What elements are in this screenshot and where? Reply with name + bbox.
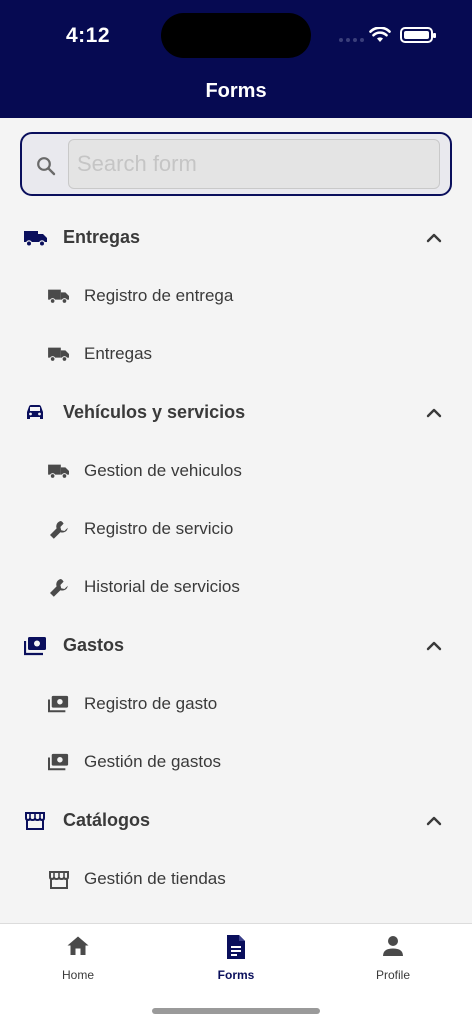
- search-icon: [37, 157, 56, 176]
- list-item-label: Registro de gasto: [84, 694, 218, 713]
- money-icon: [24, 637, 46, 656]
- section-gastos[interactable]: Gastos: [0, 622, 472, 670]
- tab-label: Profile: [375, 968, 410, 982]
- signal-dots-icon: [339, 38, 364, 42]
- document-icon: [227, 935, 245, 959]
- status-time: 4:12: [66, 24, 111, 47]
- tab-home[interactable]: Home: [18, 924, 138, 994]
- chevron-up-icon[interactable]: [424, 231, 444, 245]
- store-icon: [25, 812, 45, 830]
- list-item[interactable]: Registro de servicio: [0, 504, 472, 554]
- truck-icon: [48, 347, 69, 362]
- list-item-label: Registro de servicio: [84, 519, 234, 538]
- list-item[interactable]: Gestion de vehiculos: [0, 446, 472, 496]
- section-entregas[interactable]: Entregas: [0, 214, 472, 262]
- battery-icon: [400, 27, 436, 43]
- tab-label: Home: [61, 968, 94, 982]
- wrench-icon: [50, 579, 68, 597]
- home-icon: [67, 936, 89, 955]
- list-item-label: Historial de servicios: [84, 577, 240, 596]
- section-label: Catálogos: [63, 810, 151, 830]
- list-item-label: Gestión de gastos: [84, 752, 222, 771]
- search-input[interactable]: [68, 139, 440, 189]
- store-icon: [49, 871, 69, 889]
- money-icon: [48, 695, 69, 713]
- truck-icon: [48, 289, 69, 304]
- list-item-label: Registro de entrega: [84, 286, 234, 305]
- section-label: Gastos: [63, 635, 125, 655]
- list-item[interactable]: Entregas: [0, 329, 472, 379]
- person-icon: [383, 936, 403, 956]
- list-item-label: Gestion de vehiculos: [84, 461, 242, 480]
- chevron-up-icon[interactable]: [424, 639, 444, 653]
- search-bar: [20, 132, 452, 196]
- list-item[interactable]: Gestión de tiendas: [0, 854, 472, 904]
- dynamic-island: [161, 13, 311, 58]
- tab-bar: Home Forms Profile: [0, 923, 472, 1023]
- list-item[interactable]: Gestión de gastos: [0, 737, 472, 787]
- list-item-label: Entregas: [84, 344, 153, 363]
- page-title: Forms: [205, 80, 267, 102]
- list-item[interactable]: Registro de gasto: [0, 679, 472, 729]
- wifi-icon: [369, 27, 391, 42]
- truck-icon: [48, 464, 69, 479]
- tab-forms[interactable]: Forms: [176, 924, 296, 994]
- wrench-icon: [50, 521, 68, 539]
- money-icon: [48, 753, 69, 771]
- tab-label: Forms: [217, 968, 255, 982]
- section-vehiculos[interactable]: Vehículos y servicios: [0, 389, 472, 437]
- tab-profile[interactable]: Profile: [333, 924, 453, 994]
- list-item[interactable]: Registro de entrega: [0, 271, 472, 321]
- chevron-up-icon[interactable]: [424, 406, 444, 420]
- chevron-up-icon[interactable]: [424, 814, 444, 828]
- list-item-label: Gestión de tiendas: [84, 869, 226, 888]
- truck-icon: [24, 231, 47, 247]
- section-catalogos[interactable]: Catálogos: [0, 797, 472, 845]
- app-header: 4:12 Forms: [0, 0, 472, 118]
- section-label: Entregas: [63, 227, 141, 247]
- list-item[interactable]: Historial de servicios: [0, 562, 472, 612]
- section-label: Vehículos y servicios: [63, 402, 246, 422]
- car-icon: [27, 405, 43, 419]
- home-indicator: [152, 1008, 320, 1014]
